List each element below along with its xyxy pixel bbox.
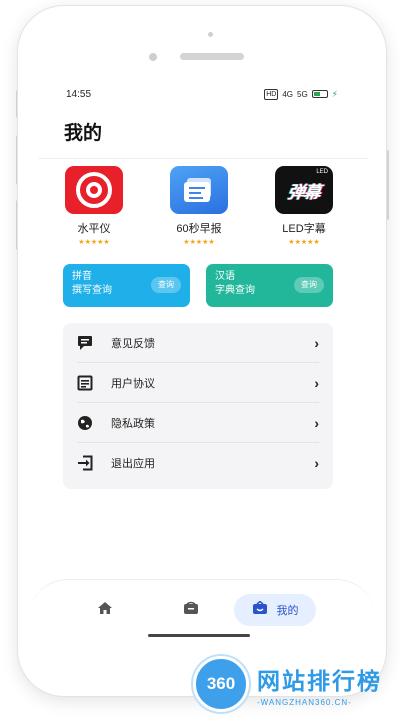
menu-label: 意见反馈 xyxy=(111,337,155,350)
news-card-icon xyxy=(170,166,228,214)
dictionary-card[interactable]: 汉语 字典查询 查询 xyxy=(206,264,333,307)
exit-icon xyxy=(77,455,97,471)
screen: 14:55 HD 4G 5G ⚡ 我的 水平仪 ★★★★★ 60秒早报 ★★★★… xyxy=(18,6,386,696)
watermark-text: 网站排行榜 -WANGZHAN360.CN- xyxy=(257,662,382,707)
globe-icon xyxy=(77,415,97,431)
level-meter-icon xyxy=(65,166,123,214)
chevron-right-icon: › xyxy=(314,455,319,471)
chevron-right-icon: › xyxy=(314,414,319,431)
app-level[interactable]: 水平仪 ★★★★★ xyxy=(44,166,144,246)
app-label: 60秒早报 xyxy=(176,223,222,235)
feedback-icon xyxy=(77,335,97,351)
phone-frame: 14:55 HD 4G 5G ⚡ 我的 水平仪 ★★★★★ 60秒早报 ★★★★… xyxy=(18,6,386,696)
rating-stars: ★★★★★ xyxy=(78,239,110,246)
battery-icon xyxy=(311,90,328,98)
rating-stars: ★★★★★ xyxy=(183,239,215,246)
app-label: LED字幕 xyxy=(282,223,326,235)
menu-label: 用户协议 xyxy=(111,377,155,390)
nav-home[interactable] xyxy=(82,594,128,626)
home-icon xyxy=(97,601,113,620)
app-news[interactable]: 60秒早报 ★★★★★ xyxy=(149,166,249,246)
app-grid: 水平仪 ★★★★★ 60秒早报 ★★★★★ LED 弹幕 LED字幕 ★★★★★ xyxy=(44,166,354,246)
nav-mine[interactable]: 我的 xyxy=(234,594,316,626)
chevron-right-icon: › xyxy=(314,334,319,351)
menu-item-feedback[interactable]: 意见反馈 › xyxy=(77,323,319,363)
query-button[interactable]: 查询 xyxy=(151,277,181,293)
status-bar: 14:55 HD 4G 5G ⚡ xyxy=(66,84,338,104)
profile-icon xyxy=(252,600,268,620)
query-button[interactable]: 查询 xyxy=(294,277,324,293)
menu-item-agreement[interactable]: 用户协议 › xyxy=(77,363,319,403)
menu-item-privacy[interactable]: 隐私政策 › xyxy=(77,403,319,443)
watermark-title: 网站排行榜 xyxy=(257,667,382,694)
chevron-right-icon: › xyxy=(314,374,319,391)
box-icon xyxy=(183,601,199,620)
menu-label: 退出应用 xyxy=(111,458,155,470)
status-time: 14:55 xyxy=(66,88,92,100)
status-icons: HD 4G 5G ⚡ xyxy=(264,88,338,100)
page-title: 我的 xyxy=(64,123,103,144)
led-tag: LED xyxy=(316,169,328,175)
menu-item-exit[interactable]: 退出应用 › xyxy=(77,443,319,483)
watermark: 360 网站排行榜 -WANGZHAN360.CN- xyxy=(193,656,382,712)
signal-icon: 5G xyxy=(297,89,308,99)
pinyin-card[interactable]: 拼音 撰写查询 查询 xyxy=(63,264,190,307)
rating-stars: ★★★★★ xyxy=(288,239,320,246)
nav-label: 我的 xyxy=(276,605,299,617)
menu-label: 隐私政策 xyxy=(111,417,155,430)
app-led[interactable]: LED 弹幕 LED字幕 ★★★★★ xyxy=(254,166,354,246)
divider xyxy=(38,158,368,159)
agreement-icon xyxy=(77,375,97,391)
nav-discover[interactable] xyxy=(168,594,214,626)
settings-menu: 意见反馈 › 用户协议 › 隐私政策 › 退出应用 › xyxy=(63,323,333,489)
query-cards: 拼音 撰写查询 查询 汉语 字典查询 查询 xyxy=(63,264,333,307)
led-bullet-icon: LED 弹幕 xyxy=(275,166,333,214)
watermark-subtitle: -WANGZHAN360.CN- xyxy=(257,697,352,707)
bottom-nav: 我的 xyxy=(68,594,338,626)
led-icon-text: 弹幕 xyxy=(286,182,322,202)
home-indicator xyxy=(148,634,250,637)
hd-icon: HD xyxy=(264,88,279,100)
signal-icon: 4G xyxy=(282,89,293,99)
app-label: 水平仪 xyxy=(77,223,111,235)
watermark-logo: 360 xyxy=(193,656,249,712)
charging-icon: ⚡ xyxy=(331,88,338,99)
